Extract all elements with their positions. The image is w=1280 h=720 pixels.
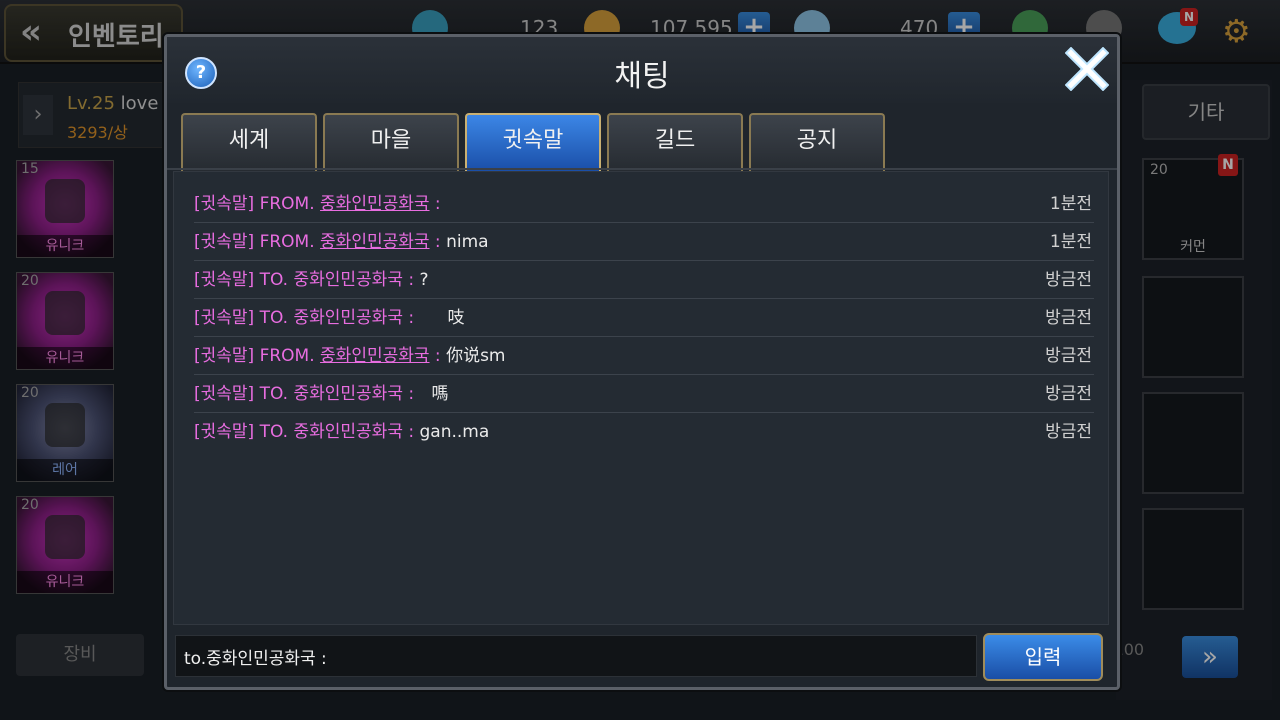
tab-guild[interactable]: 길드 [607, 113, 743, 171]
message-text: gan..ma [419, 422, 490, 442]
message-row: [귓속말] TO. 중화인민공화국 : ? 방금전 [194, 262, 1094, 299]
message-text: 吱 [447, 308, 465, 328]
message-row: [귓속말] FROM. 중화인민공화국 : 1분전 [194, 186, 1094, 223]
message-text: 你说sm [446, 346, 506, 366]
message-row: [귓속말] TO. 중화인민공화국 : 嗎 방금전 [194, 376, 1094, 413]
message-prefix: [귓속말] TO. [194, 422, 294, 442]
message-time: 방금전 [1045, 422, 1092, 442]
tab-whisper[interactable]: 귓속말 [465, 113, 601, 171]
chat-tabs: 세계 마을 귓속말 길드 공지 [181, 113, 1101, 171]
message-time: 방금전 [1045, 346, 1092, 366]
chat-input-bar [175, 635, 977, 677]
message-prefix: [귓속말] FROM. [194, 346, 321, 366]
message-user: 중화인민공화국 [293, 384, 403, 404]
message-time: 방금전 [1045, 270, 1092, 290]
message-row: [귓속말] TO. 중화인민공화국 : 吱 방금전 [194, 300, 1094, 337]
message-text: ? [419, 270, 429, 290]
message-separator: : [429, 346, 447, 366]
message-row: [귓속말] FROM. 중화인민공화국 : 你说sm 방금전 [194, 338, 1094, 375]
send-button[interactable]: 입력 [983, 633, 1103, 681]
message-prefix: [귓속말] TO. [194, 270, 294, 290]
message-separator: : [402, 308, 420, 328]
message-user: 중화인민공화국 [293, 308, 403, 328]
message-user-link[interactable]: 중화인민공화국 [320, 232, 429, 252]
message-user: 중화인민공화국 [293, 422, 403, 442]
message-prefix: [귓속말] FROM. [194, 232, 321, 252]
message-time: 1분전 [1049, 194, 1092, 214]
chat-modal: ? 채팅 세계 마을 귓속말 길드 공지 [귓속말] FROM. 중화인민공화국… [164, 34, 1120, 690]
divider [167, 168, 1117, 170]
message-prefix: [귓속말] TO. [194, 308, 294, 328]
message-list[interactable]: [귓속말] FROM. 중화인민공화국 : 1분전 [귓속말] FROM. 중화… [173, 171, 1109, 625]
message-separator: : [402, 270, 420, 290]
message-time: 방금전 [1045, 308, 1092, 328]
message-separator: : [429, 194, 441, 214]
modal-title: 채팅 [614, 59, 670, 94]
chat-input[interactable] [176, 636, 976, 676]
message-user: 중화인민공화국 [293, 270, 403, 290]
tab-village[interactable]: 마을 [323, 113, 459, 171]
message-time: 방금전 [1045, 384, 1092, 404]
message-user-link[interactable]: 중화인민공화국 [320, 194, 429, 214]
message-separator: : [402, 422, 420, 442]
message-user-link[interactable]: 중화인민공화국 [320, 346, 429, 366]
message-text: 嗎 [431, 384, 449, 404]
message-row: [귓속말] FROM. 중화인민공화국 : nima 1분전 [194, 224, 1094, 261]
tab-notice[interactable]: 공지 [749, 113, 885, 171]
message-separator: : [402, 384, 420, 404]
message-time: 1분전 [1049, 232, 1092, 252]
tab-world[interactable]: 세계 [181, 113, 317, 171]
message-text: nima [446, 232, 489, 252]
message-separator: : [429, 232, 447, 252]
message-row: [귓속말] TO. 중화인민공화국 : gan..ma 방금전 [194, 414, 1094, 450]
message-prefix: [귓속말] TO. [194, 384, 294, 404]
message-prefix: [귓속말] FROM. [194, 194, 321, 214]
modal-header: ? 채팅 [167, 37, 1117, 103]
close-icon[interactable] [1065, 47, 1109, 91]
